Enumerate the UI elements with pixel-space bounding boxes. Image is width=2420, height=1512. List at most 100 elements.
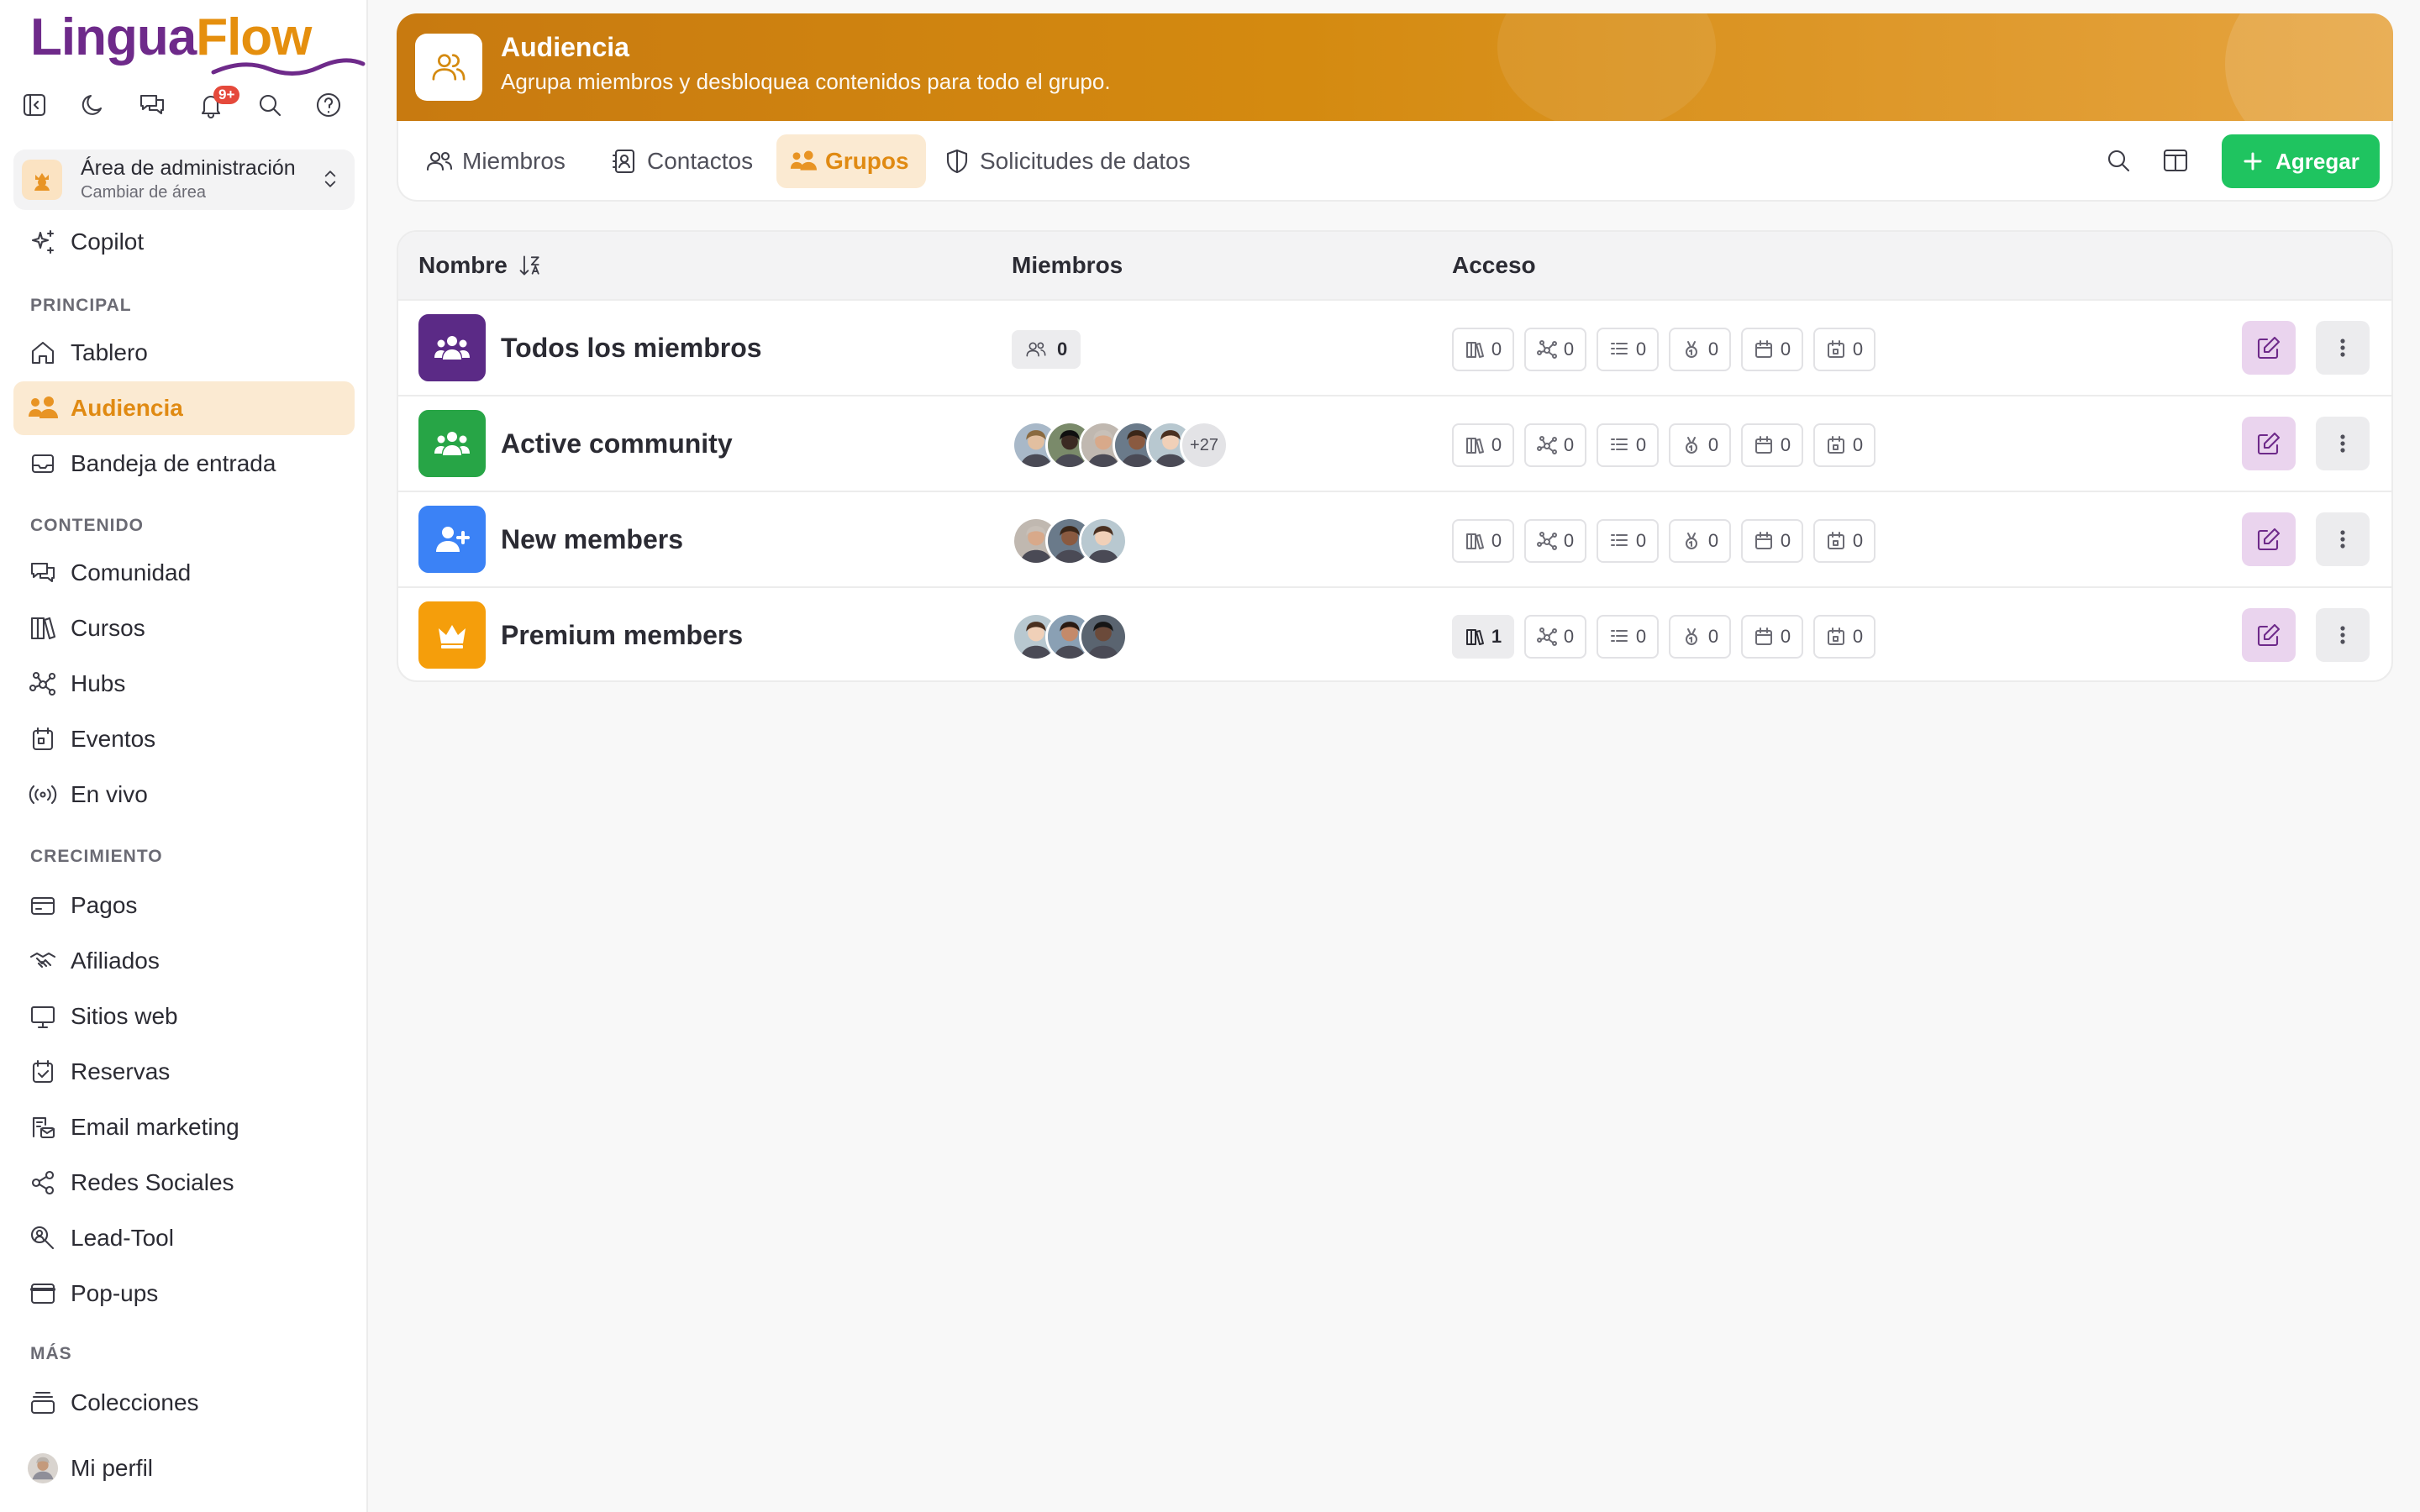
sidebar-item-eventos[interactable]: Eventos bbox=[13, 712, 355, 766]
access-chip-medal[interactable]: 0 bbox=[1669, 423, 1731, 467]
row-actions bbox=[2242, 512, 2370, 566]
table-row[interactable]: Active community +27 0 0 0 0 0 0 bbox=[398, 395, 2391, 491]
access-chip-list-checks[interactable]: 0 bbox=[1597, 328, 1659, 371]
edit-button[interactable] bbox=[2242, 417, 2296, 470]
member-avatar[interactable] bbox=[1079, 517, 1128, 565]
group-access: 0 0 0 0 0 0 bbox=[1452, 519, 1876, 563]
messages-icon[interactable] bbox=[138, 91, 166, 119]
medal-icon bbox=[1685, 341, 1697, 358]
member-avatar[interactable] bbox=[1079, 612, 1128, 661]
more-options-button[interactable] bbox=[2316, 512, 2370, 566]
area-switcher[interactable]: Área de administración Cambiar de área bbox=[13, 150, 355, 210]
access-chip-medal[interactable]: 0 bbox=[1669, 328, 1731, 371]
access-chip-calendar[interactable]: 0 bbox=[1741, 519, 1803, 563]
sidebar-item-tablero[interactable]: Tablero bbox=[13, 326, 355, 380]
sidebar-item-label: En vivo bbox=[71, 781, 148, 807]
sidebar-item-redes[interactable]: Redes Sociales bbox=[13, 1156, 355, 1210]
access-chip-calendar-event[interactable]: 0 bbox=[1813, 328, 1876, 371]
edit-button[interactable] bbox=[2242, 512, 2296, 566]
tab-solicitudes[interactable]: Solicitudes de datos bbox=[929, 134, 1207, 188]
access-chip-books[interactable]: 1 bbox=[1452, 615, 1514, 659]
group-name[interactable]: New members bbox=[501, 524, 683, 555]
more-options-button[interactable] bbox=[2316, 321, 2370, 375]
table-row[interactable]: Premium members 1 0 0 0 0 0 bbox=[398, 586, 2391, 680]
list-checks-icon bbox=[1610, 534, 1628, 546]
edit-button[interactable] bbox=[2242, 608, 2296, 662]
more-options-button[interactable] bbox=[2316, 608, 2370, 662]
medal-icon bbox=[1685, 437, 1697, 454]
sidebar-item-colecciones[interactable]: Colecciones bbox=[13, 1376, 355, 1430]
list-checks-icon bbox=[1610, 438, 1628, 450]
group-name[interactable]: Todos los miembros bbox=[501, 333, 762, 364]
more-vertical-icon bbox=[2340, 530, 2345, 549]
section-mas: MÁS bbox=[30, 1344, 72, 1363]
column-acceso: Acceso bbox=[1452, 252, 1536, 279]
access-chip-calendar-event[interactable]: 0 bbox=[1813, 423, 1876, 467]
sidebar-item-sitios[interactable]: Sitios web bbox=[13, 990, 355, 1043]
collapse-sidebar-icon[interactable] bbox=[20, 91, 49, 119]
access-chip-medal[interactable]: 0 bbox=[1669, 519, 1731, 563]
sidebar-item-email[interactable]: Email marketing bbox=[13, 1100, 355, 1154]
search-icon[interactable] bbox=[255, 91, 284, 119]
access-chip-calendar[interactable]: 0 bbox=[1741, 328, 1803, 371]
more-options-button[interactable] bbox=[2316, 417, 2370, 470]
sidebar-item-comunidad[interactable]: Comunidad bbox=[13, 546, 355, 600]
search-icon[interactable] bbox=[2104, 146, 2133, 175]
access-chip-calendar[interactable]: 0 bbox=[1741, 615, 1803, 659]
row-actions bbox=[2242, 417, 2370, 470]
sidebar-item-audiencia[interactable]: Audiencia bbox=[13, 381, 355, 435]
add-group-button[interactable]: Agregar bbox=[2222, 134, 2380, 188]
access-chip-books[interactable]: 0 bbox=[1452, 423, 1514, 467]
access-chip-list-checks[interactable]: 0 bbox=[1597, 615, 1659, 659]
access-chip-calendar-event[interactable]: 0 bbox=[1813, 519, 1876, 563]
more-members-badge[interactable]: +27 bbox=[1180, 421, 1228, 470]
access-chip-calendar-event[interactable]: 0 bbox=[1813, 615, 1876, 659]
access-chip-list-checks[interactable]: 0 bbox=[1597, 519, 1659, 563]
sidebar-item-hubs[interactable]: Hubs bbox=[13, 657, 355, 711]
access-chip-medal[interactable]: 0 bbox=[1669, 615, 1731, 659]
table-row[interactable]: New members 0 0 0 0 0 0 bbox=[398, 491, 2391, 586]
share-icon bbox=[31, 1170, 55, 1195]
access-count: 0 bbox=[1635, 339, 1647, 360]
access-chip-books[interactable]: 0 bbox=[1452, 328, 1514, 371]
tab-miembros[interactable]: Miembros bbox=[412, 134, 582, 188]
access-chip-hubs[interactable]: 0 bbox=[1524, 615, 1586, 659]
access-count: 0 bbox=[1707, 626, 1719, 647]
notifications-icon[interactable]: 9+ bbox=[197, 86, 240, 119]
sidebar-item-label: Pagos bbox=[71, 892, 138, 918]
access-chip-list-checks[interactable]: 0 bbox=[1597, 423, 1659, 467]
columns-layout-icon[interactable] bbox=[2161, 146, 2190, 175]
group-name[interactable]: Premium members bbox=[501, 620, 743, 651]
more-vertical-icon bbox=[2340, 626, 2345, 644]
access-chip-hubs[interactable]: 0 bbox=[1524, 423, 1586, 467]
sidebar-item-copilot[interactable]: Copilot bbox=[13, 215, 355, 269]
access-chip-books[interactable]: 0 bbox=[1452, 519, 1514, 563]
sidebar-item-cursos[interactable]: Cursos bbox=[13, 601, 355, 655]
column-nombre[interactable]: Nombre bbox=[418, 252, 543, 279]
access-count: 0 bbox=[1707, 434, 1719, 455]
sidebar-item-perfil[interactable]: Mi perfil bbox=[13, 1441, 355, 1495]
tab-label: Solicitudes de datos bbox=[980, 148, 1191, 174]
dark-mode-icon[interactable] bbox=[79, 91, 108, 119]
sidebar-item-envivo[interactable]: En vivo bbox=[13, 768, 355, 822]
sidebar-item-label: Hubs bbox=[71, 670, 126, 696]
group-name[interactable]: Active community bbox=[501, 428, 733, 459]
access-chip-hubs[interactable]: 0 bbox=[1524, 328, 1586, 371]
calendar-event-icon bbox=[1827, 627, 1844, 645]
sidebar-item-popups[interactable]: Pop-ups bbox=[13, 1267, 355, 1320]
tab-contactos[interactable]: Contactos bbox=[597, 134, 770, 188]
edit-button[interactable] bbox=[2242, 321, 2296, 375]
hubs-icon bbox=[1536, 436, 1557, 454]
tab-grupos[interactable]: Grupos bbox=[776, 134, 926, 188]
sidebar-item-pagos[interactable]: Pagos bbox=[13, 879, 355, 932]
table-row[interactable]: Todos los miembros 0 0 0 0 0 0 0 bbox=[398, 299, 2391, 395]
help-icon[interactable] bbox=[314, 91, 343, 119]
sidebar-item-reservas[interactable]: Reservas bbox=[13, 1045, 355, 1099]
sidebar-item-afiliados[interactable]: Afiliados bbox=[13, 934, 355, 988]
access-chip-calendar[interactable]: 0 bbox=[1741, 423, 1803, 467]
app-logo[interactable]: LinguaFlow bbox=[30, 5, 366, 81]
sidebar-item-bandeja[interactable]: Bandeja de entrada bbox=[13, 437, 355, 491]
sidebar-item-lead[interactable]: Lead-Tool bbox=[13, 1211, 355, 1265]
inbox-icon bbox=[31, 454, 55, 474]
access-chip-hubs[interactable]: 0 bbox=[1524, 519, 1586, 563]
